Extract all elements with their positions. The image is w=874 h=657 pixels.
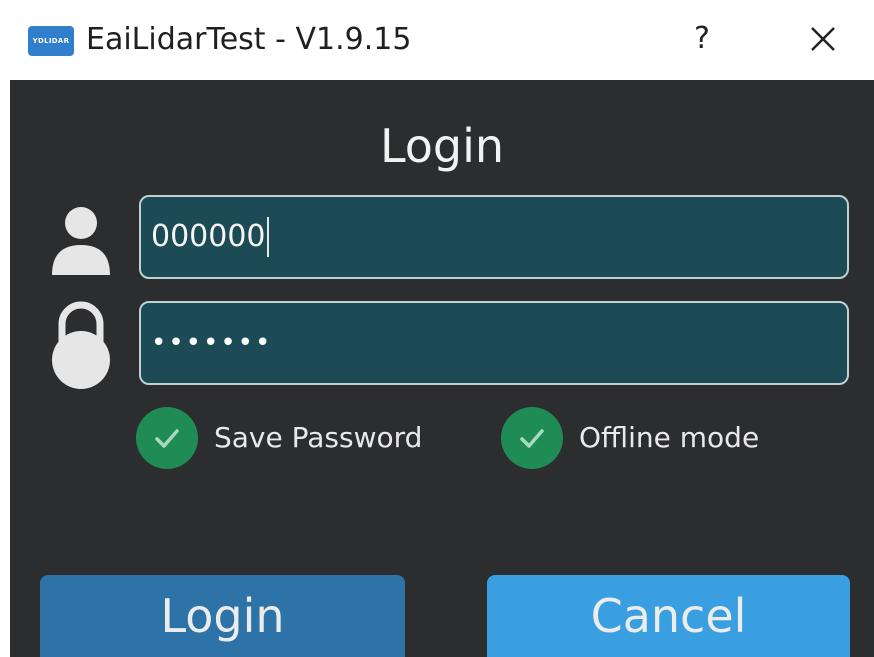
- login-dialog: Login 000000 ••••••• Save Password Offli…: [10, 80, 874, 657]
- username-value: 000000: [151, 219, 266, 254]
- offline-mode-checkbox[interactable]: Offline mode: [501, 405, 759, 471]
- help-button[interactable]: ?: [682, 16, 722, 62]
- app-logo-text: YDLIDAR: [32, 37, 70, 45]
- checkmark-icon: [501, 407, 563, 469]
- checkmark-icon: [136, 407, 198, 469]
- login-heading: Login: [379, 119, 505, 173]
- lock-icon: [52, 301, 110, 389]
- cancel-button[interactable]: Cancel: [487, 575, 850, 657]
- save-password-checkbox[interactable]: Save Password: [136, 405, 422, 471]
- password-field[interactable]: •••••••: [139, 301, 849, 385]
- close-button[interactable]: [800, 16, 846, 62]
- title-bar: YDLIDAR EaiLidarTest - V1.9.15 ?: [0, 0, 874, 78]
- window-title: EaiLidarTest - V1.9.15: [86, 22, 412, 57]
- offline-mode-label: Offline mode: [579, 421, 760, 454]
- close-icon: [811, 27, 835, 51]
- app-logo-icon: YDLIDAR: [28, 26, 74, 56]
- password-value: •••••••: [151, 328, 273, 358]
- user-icon: [52, 207, 110, 275]
- login-button[interactable]: Login: [40, 575, 405, 657]
- text-cursor: [266, 217, 269, 257]
- save-password-label: Save Password: [214, 421, 423, 454]
- username-field[interactable]: 000000: [139, 195, 849, 279]
